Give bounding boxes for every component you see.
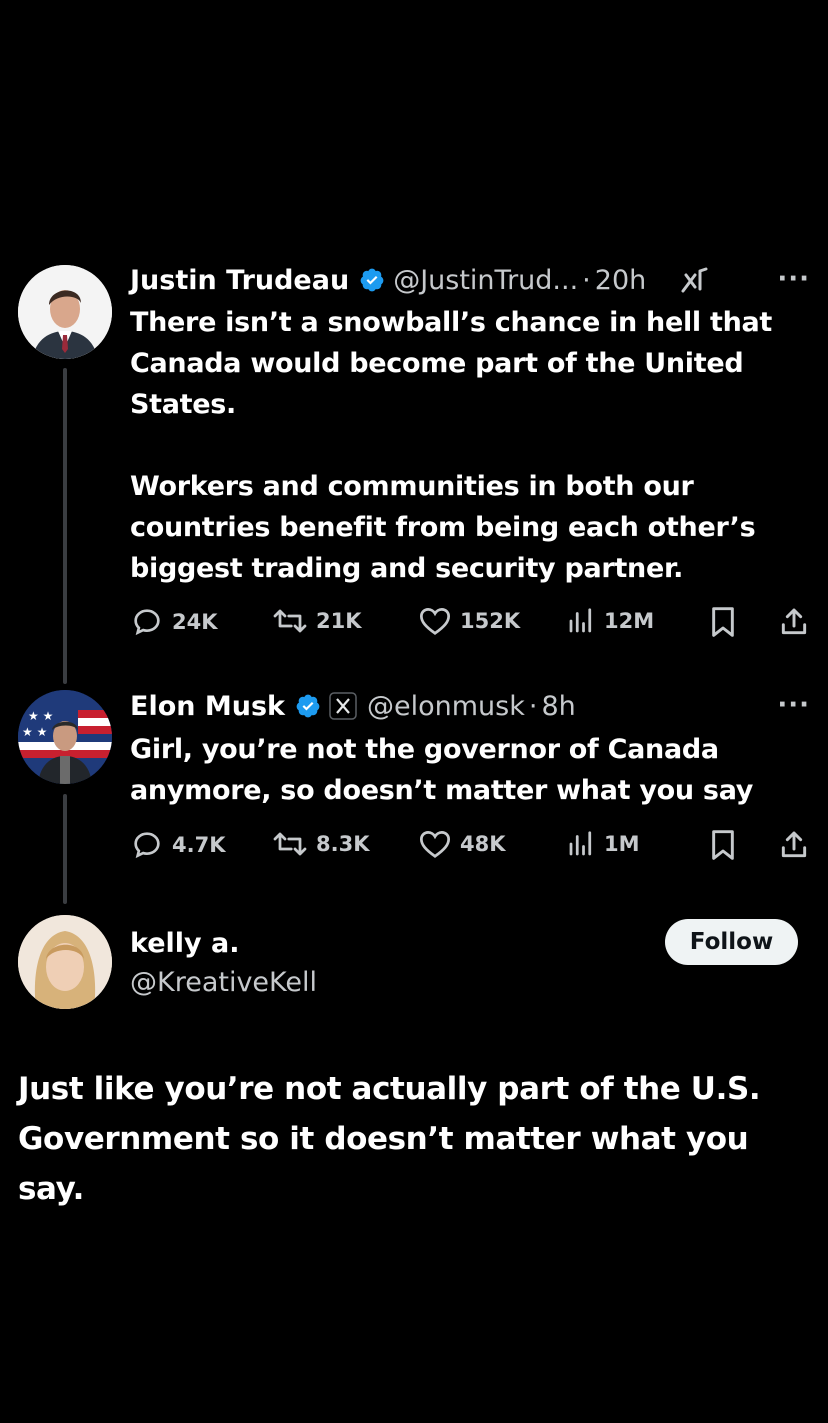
bookmark-button[interactable]: [708, 606, 738, 638]
like-count: 152K: [460, 609, 521, 633]
thread-line: [63, 368, 67, 684]
tweet1-header: Justin Trudeau @JustinTrud... · 20h: [130, 262, 710, 298]
separator-dot: ·: [528, 690, 538, 722]
share-button[interactable]: [778, 606, 810, 638]
view-count: 1M: [604, 832, 640, 856]
grok-icon[interactable]: [680, 267, 710, 293]
reply-icon: [134, 832, 160, 859]
author-handle[interactable]: @JustinTrud...: [393, 265, 578, 296]
like-button[interactable]: 152K: [418, 606, 520, 636]
follow-button[interactable]: Follow: [665, 919, 798, 965]
bookmark-icon: [712, 607, 734, 637]
tweet3-text: Just like you’re not actually part of th…: [18, 1071, 761, 1207]
reply-button[interactable]: 24K: [130, 606, 218, 638]
views-icon: [569, 831, 592, 856]
tweet3-header-name: kelly a.: [130, 925, 240, 961]
bookmark-button[interactable]: [708, 829, 738, 861]
verified-badge-icon: [295, 693, 321, 719]
author-handle[interactable]: @KreativeKell: [130, 967, 317, 998]
svg-text:★ ★: ★ ★: [22, 725, 47, 739]
reply-count: 24K: [172, 610, 218, 634]
heart-icon: [419, 831, 451, 858]
view-count: 12M: [604, 609, 655, 633]
reply-count: 4.7K: [172, 833, 226, 857]
share-icon: [781, 831, 807, 858]
tweet2-header: Elon Musk @elonmusk · 8h: [130, 688, 576, 724]
reply-button[interactable]: 4.7K: [130, 829, 225, 861]
heart-icon: [419, 608, 451, 635]
bookmark-icon: [712, 830, 734, 860]
x-affiliation-badge-icon: [329, 692, 357, 720]
repost-count: 8.3K: [316, 832, 370, 856]
tweet1-paragraph-1: There isn’t a snowball’s chance in hell …: [130, 307, 773, 420]
tweet1-text: There isn’t a snowball’s chance in hell …: [130, 302, 810, 589]
tweet3-header-handle: @KreativeKell: [130, 964, 317, 1000]
like-count: 48K: [460, 832, 506, 856]
reply-icon: [134, 609, 160, 636]
timestamp[interactable]: 20h: [595, 265, 646, 296]
views-button[interactable]: 12M: [566, 606, 654, 636]
more-options-icon[interactable]: ···: [777, 264, 810, 294]
share-icon: [781, 608, 807, 635]
like-button[interactable]: 48K: [418, 829, 506, 859]
tweet2-actions: 4.7K 8.3K 48K 1M: [130, 829, 812, 865]
avatar-elon-musk[interactable]: ★ ★ ★ ★: [18, 690, 112, 784]
separator-dot: ·: [582, 264, 591, 296]
repost-count: 21K: [316, 609, 362, 633]
tweet2-text: Girl, you’re not the governor of Canada …: [130, 734, 754, 806]
author-handle[interactable]: @elonmusk: [367, 691, 525, 722]
tweet1-actions: 24K 21K 152K 12M: [130, 606, 812, 642]
repost-icon: [273, 609, 307, 633]
more-options-icon[interactable]: ···: [777, 690, 810, 720]
tweet1-paragraph-2: Workers and communities in both our coun…: [130, 471, 756, 584]
repost-icon: [273, 832, 307, 856]
svg-text:★ ★: ★ ★: [28, 709, 53, 723]
avatar-kelly-a[interactable]: [18, 915, 112, 1009]
author-name[interactable]: Justin Trudeau: [130, 265, 349, 296]
share-button[interactable]: [778, 829, 810, 861]
author-name[interactable]: kelly a.: [130, 928, 240, 959]
avatar-justin-trudeau[interactable]: [18, 265, 112, 359]
author-name[interactable]: Elon Musk: [130, 691, 285, 722]
views-button[interactable]: 1M: [566, 829, 640, 859]
timestamp[interactable]: 8h: [541, 691, 575, 722]
repost-button[interactable]: 8.3K: [272, 829, 369, 859]
thread-line: [63, 794, 67, 904]
verified-badge-icon: [359, 267, 385, 293]
views-icon: [569, 608, 592, 633]
repost-button[interactable]: 21K: [272, 606, 362, 636]
